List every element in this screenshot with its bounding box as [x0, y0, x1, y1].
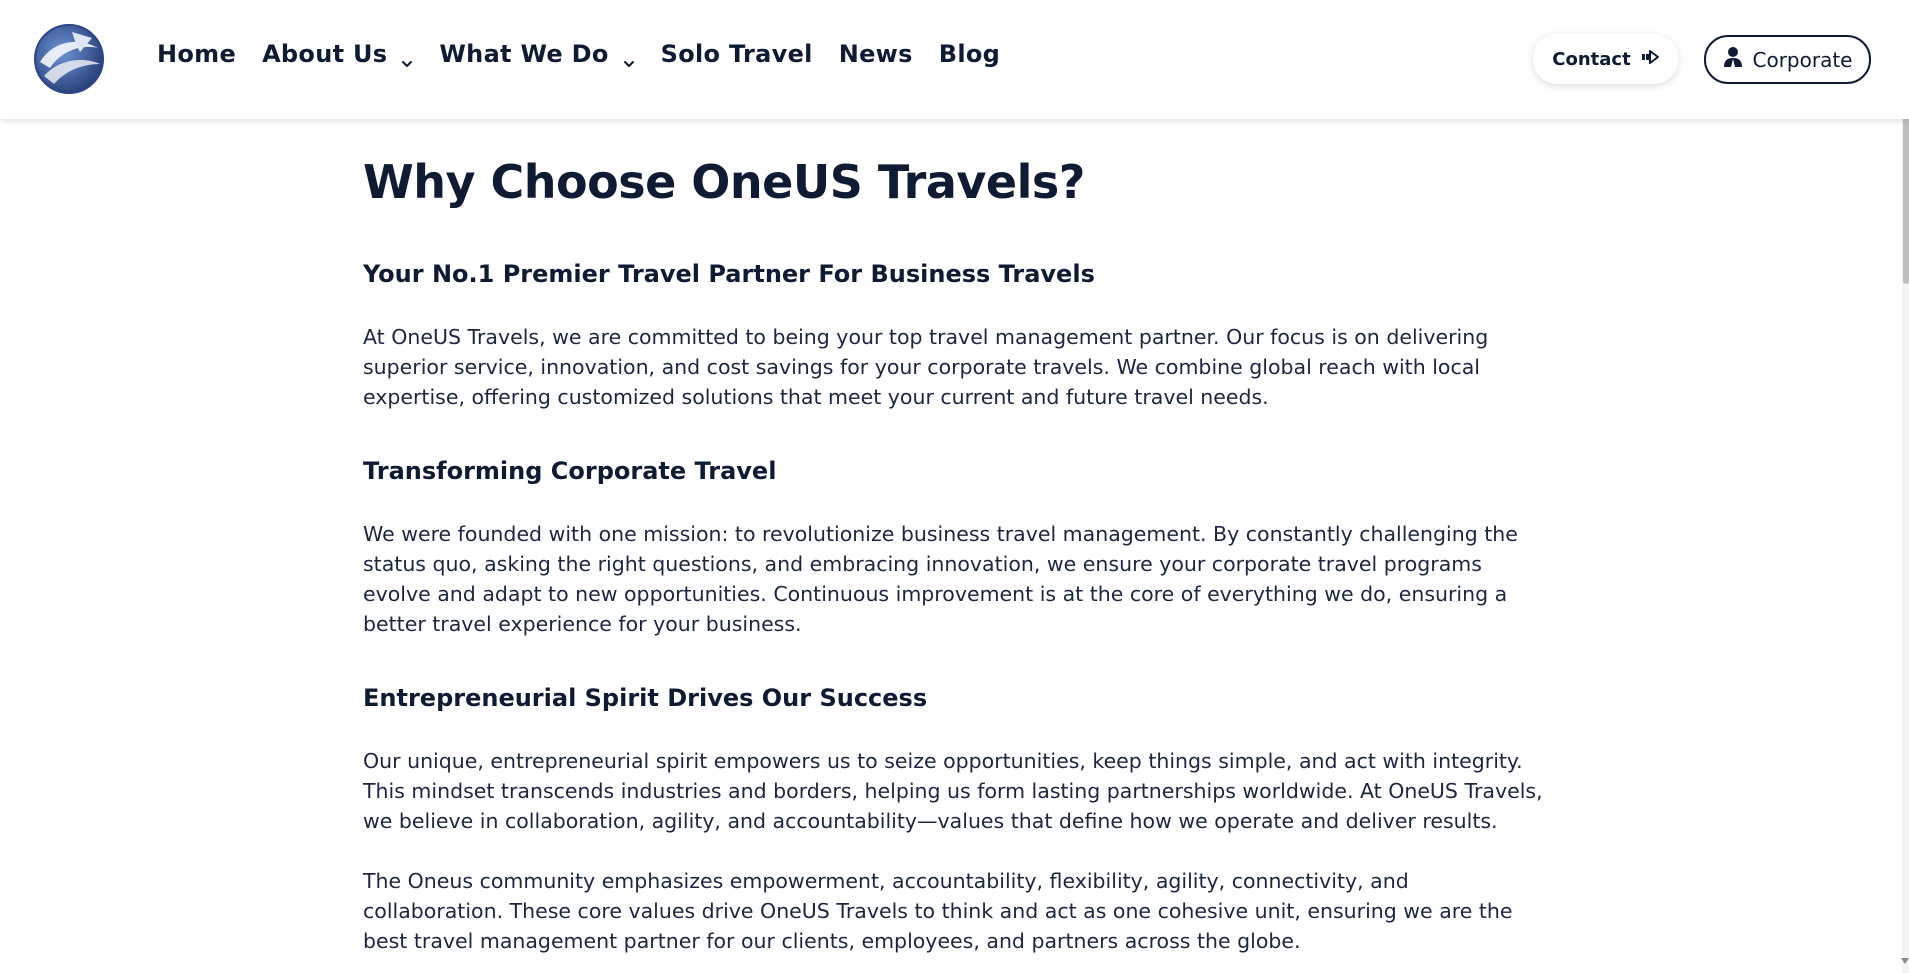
nav-solo-travel-label: Solo Travel	[660, 40, 813, 68]
nav-about-us-label: About Us	[262, 40, 388, 68]
section-heading-premier-partner: Your No.1 Premier Travel Partner For Bus…	[363, 260, 1095, 289]
section-paragraph-entrepreneurial-spirit: Our unique, entrepreneurial spirit empow…	[363, 748, 1543, 833]
nav-what-we-do-label: What We Do	[439, 40, 609, 68]
section-heading-transforming-travel: Transforming Corporate Travel	[363, 456, 777, 485]
page-title: Why Choose OneUS Travels?	[363, 155, 1085, 209]
corporate-button-label: Corporate	[1752, 47, 1853, 72]
chevron-down-icon	[623, 48, 635, 67]
site-header: Home About Us What We Do Solo Travel New…	[0, 0, 1909, 119]
scrollbar-thumb[interactable]	[1903, 104, 1909, 284]
scroll-down-arrow-icon[interactable]	[1901, 958, 1909, 964]
nav-news-label: News	[838, 40, 913, 68]
contact-button-label: Contact	[1552, 48, 1631, 70]
section-heading-entrepreneurial-spirit: Entrepreneurial Spirit Drives Our Succes…	[363, 683, 928, 712]
section-paragraph-community-values: The Oneus community emphasizes empowerme…	[363, 868, 1513, 953]
nav-home-label: Home	[157, 40, 237, 68]
section-paragraph-transforming-travel: We were founded with one mission: to rev…	[363, 521, 1518, 636]
oneus-globe-logo-icon[interactable]	[32, 22, 106, 96]
nav-about-us[interactable]: About Us	[262, 40, 413, 68]
nav-what-we-do[interactable]: What We Do	[439, 40, 634, 68]
corporate-button[interactable]: Corporate	[1704, 35, 1871, 84]
main-content: Why Choose OneUS Travels? Your No.1 Prem…	[363, 119, 1553, 956]
main-nav: Home About Us What We Do Solo Travel New…	[157, 40, 1026, 68]
nav-solo-travel[interactable]: Solo Travel	[661, 40, 813, 68]
nav-home[interactable]: Home	[157, 40, 236, 68]
chevron-down-icon	[401, 48, 413, 67]
nav-blog[interactable]: Blog	[939, 40, 1000, 68]
section-paragraph-premier-partner: At OneUS Travels, we are committed to be…	[363, 324, 1489, 409]
nav-blog-label: Blog	[938, 40, 1001, 68]
contact-button[interactable]: Contact	[1533, 34, 1678, 84]
arrow-right-icon	[1631, 49, 1659, 70]
user-icon	[1723, 46, 1753, 73]
nav-news[interactable]: News	[839, 40, 913, 68]
